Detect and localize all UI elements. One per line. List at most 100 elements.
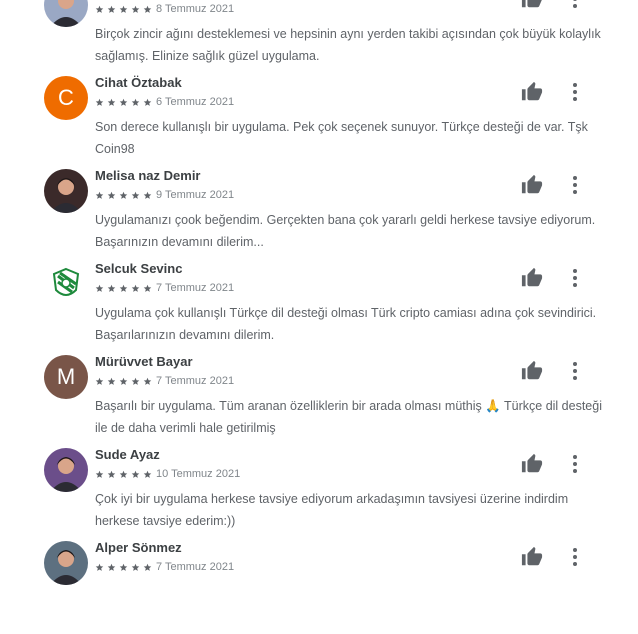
star-icon <box>95 191 104 199</box>
helpful-button[interactable] <box>521 174 543 196</box>
review-meta: 7 Temmuz 2021 <box>95 561 234 573</box>
thumb-up-icon <box>521 81 543 101</box>
helpful-button[interactable] <box>521 0 543 10</box>
more-options-button[interactable] <box>565 0 585 11</box>
reviewer-name: Selcuk Sevinc <box>95 261 183 276</box>
avatar <box>44 448 88 492</box>
star-icon <box>131 563 140 571</box>
avatar: C <box>44 76 88 120</box>
review-text: Uygulamanızı çook beğendim. Gerçekten ba… <box>95 213 596 249</box>
avatar-image <box>44 541 88 585</box>
avatar-image <box>44 448 88 492</box>
helpful-button[interactable] <box>521 453 543 475</box>
review-date: 8 Temmuz 2021 <box>156 3 235 15</box>
star-icon <box>95 98 104 106</box>
review-text: Başarılı bir uygulama. Tüm aranan özelli… <box>95 399 602 435</box>
reviewer-name: Sude Ayaz <box>95 447 160 462</box>
avatar-letter: C <box>58 85 74 110</box>
star-rating <box>95 191 155 200</box>
star-icon <box>119 98 128 106</box>
star-icon <box>119 563 128 571</box>
star-icon <box>95 5 104 13</box>
review-date: 9 Temmuz 2021 <box>156 189 235 201</box>
review-date: 6 Temmuz 2021 <box>156 96 235 108</box>
thumb-up-icon <box>521 267 543 287</box>
star-rating <box>95 470 155 479</box>
review-meta: 10 Temmuz 2021 <box>95 468 240 480</box>
review-item: Melisa naz Demir 9 Temmuz 2021 Uygulamanız… <box>0 168 638 262</box>
star-icon <box>131 470 140 478</box>
more-options-button[interactable] <box>565 545 585 569</box>
helpful-button[interactable] <box>521 81 543 103</box>
star-icon <box>143 470 152 478</box>
more-vert-icon <box>573 269 577 287</box>
thumb-up-icon <box>521 546 543 566</box>
thumb-up-icon <box>521 0 542 8</box>
star-icon <box>107 191 116 199</box>
helpful-button[interactable] <box>521 546 543 568</box>
avatar: M <box>44 355 88 399</box>
review-item: Sude Ayaz 10 Temmuz 2021 Çok iyi bir uygul… <box>0 447 638 541</box>
review-item: M Mürüvvet Bayar 7 Temmuz 2021 Başarılı bir… <box>0 354 638 448</box>
review-item: Alper Sönmez 7 Temmuz 2021 <box>0 540 638 634</box>
star-icon <box>107 563 116 571</box>
review-date: 7 Temmuz 2021 <box>156 561 235 573</box>
star-rating <box>95 5 155 14</box>
more-vert-icon <box>573 455 577 473</box>
star-icon <box>119 191 128 199</box>
review-meta: 9 Temmuz 2021 <box>95 189 234 201</box>
star-icon <box>119 470 128 478</box>
review-date: 10 Temmuz 2021 <box>156 468 241 480</box>
star-icon <box>143 5 152 13</box>
more-options-button[interactable] <box>565 359 585 383</box>
avatar <box>44 262 88 306</box>
star-icon <box>119 377 128 385</box>
helpful-button[interactable] <box>521 267 543 289</box>
star-icon <box>143 191 152 199</box>
star-icon <box>131 5 140 13</box>
review-date: 7 Temmuz 2021 <box>156 282 235 294</box>
star-icon <box>143 284 152 292</box>
avatar-image <box>44 262 88 306</box>
star-icon <box>107 377 116 385</box>
star-icon <box>131 98 140 106</box>
thumb-up-icon <box>521 453 543 473</box>
star-icon <box>131 284 140 292</box>
star-rating <box>95 98 155 107</box>
helpful-button[interactable] <box>521 360 543 382</box>
review-item: Selcuk Sevinc 7 Temmuz 2021 Uygulama çok k… <box>0 261 638 355</box>
more-vert-icon <box>573 362 577 380</box>
more-vert-icon <box>573 176 577 194</box>
more-vert-icon <box>573 0 577 8</box>
star-icon <box>95 563 104 571</box>
star-icon <box>131 377 140 385</box>
review-meta: 8 Temmuz 2021 <box>95 3 234 15</box>
star-icon <box>95 377 104 385</box>
review-meta: 6 Temmuz 2021 <box>95 96 234 108</box>
avatar-image <box>44 169 88 213</box>
avatar <box>44 541 88 585</box>
more-options-button[interactable] <box>565 80 585 104</box>
star-rating <box>95 377 155 386</box>
review-text: Çok iyi bir uygulama herkese tavsiye edi… <box>95 492 569 528</box>
avatar-letter: M <box>56 364 76 389</box>
review-text: Uygulama çok kullanışlı Türkçe dil deste… <box>95 306 597 342</box>
review-text: Son derece kullanışlı bir uygulama. Pek … <box>95 120 588 156</box>
thumb-up-icon <box>521 360 543 380</box>
star-icon <box>107 470 116 478</box>
reviewer-name: Melisa naz Demir <box>95 168 201 183</box>
review-meta: 7 Temmuz 2021 <box>95 282 234 294</box>
star-icon <box>107 5 116 13</box>
star-icon <box>143 377 152 385</box>
more-options-button[interactable] <box>565 266 585 290</box>
thumb-up-icon <box>521 174 543 194</box>
star-rating <box>95 563 155 572</box>
more-options-button[interactable] <box>565 173 585 197</box>
review-item: C Cihat Öztabak 6 Temmuz 2021 Son derece ku… <box>0 75 638 169</box>
reviewer-name: Alper Sönmez <box>95 540 182 555</box>
review-date: 7 Temmuz 2021 <box>156 375 235 387</box>
more-options-button[interactable] <box>565 452 585 476</box>
star-rating <box>95 284 155 293</box>
review-item: Kaan Vahi8 Temmuz 2021Birçok zincir ağın… <box>0 0 638 76</box>
star-icon <box>119 284 128 292</box>
